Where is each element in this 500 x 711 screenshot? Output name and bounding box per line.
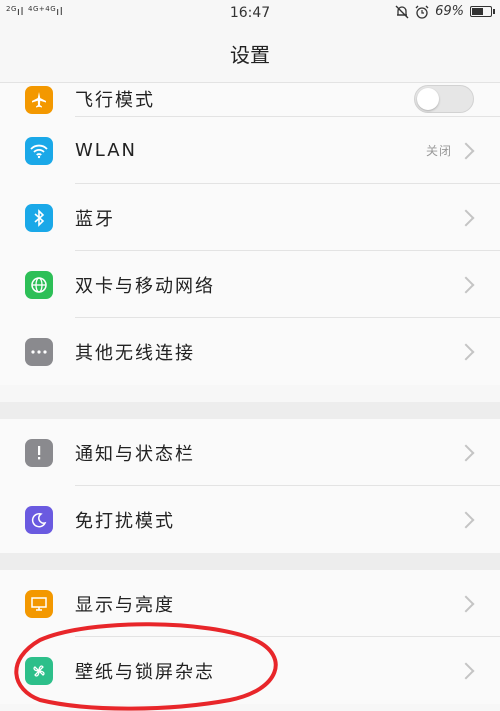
settings-item-label: 飞行模式 [75, 90, 155, 111]
chevron-right-icon [457, 209, 475, 226]
page-title: 设置 [0, 28, 500, 83]
moon-icon [25, 505, 53, 534]
chevron-right-icon [457, 595, 475, 612]
chevron-right-icon [457, 511, 475, 528]
display-icon [25, 589, 53, 618]
settings-item-do-not-disturb[interactable]: 免打扰模式 [0, 486, 500, 553]
settings-item-label: 其他无线连接 [75, 342, 195, 364]
settings-item-label: 蓝牙 [75, 208, 115, 230]
section-separator [0, 402, 500, 419]
settings-group-notifications: 通知与状态栏 免打扰模式 [0, 419, 500, 553]
settings-item-label: 免打扰模式 [75, 510, 175, 532]
airplane-icon [25, 86, 53, 114]
battery-percent: 69% [435, 4, 464, 19]
settings-group-connectivity: 飞行模式 WLAN 关闭 蓝牙 双卡与移动网络 其他无线连接 [0, 83, 500, 385]
alarm-icon [415, 5, 429, 19]
wifi-icon [25, 136, 53, 165]
settings-item-dual-sim[interactable]: 双卡与移动网络 [0, 251, 500, 318]
notification-icon [25, 438, 53, 467]
settings-item-wlan[interactable]: WLAN 关闭 [0, 117, 500, 184]
more-icon [25, 337, 53, 366]
settings-item-label: 壁纸与锁屏杂志 [75, 661, 215, 683]
settings-item-wallpaper-lockscreen[interactable]: 壁纸与锁屏杂志 [0, 637, 500, 704]
wlan-status-value: 关闭 [425, 144, 452, 158]
pinwheel-icon [25, 656, 53, 685]
settings-item-notifications[interactable]: 通知与状态栏 [0, 419, 500, 486]
settings-item-label: 双卡与移动网络 [75, 275, 215, 297]
settings-item-display-brightness[interactable]: 显示与亮度 [0, 570, 500, 637]
globe-icon [25, 270, 53, 299]
settings-item-label: 通知与状态栏 [75, 443, 195, 465]
chevron-right-icon [457, 343, 475, 360]
chevron-right-icon [457, 142, 475, 159]
battery-icon [470, 6, 495, 17]
settings-item-label: 显示与亮度 [75, 594, 175, 616]
settings-item-airplane-mode[interactable]: 飞行模式 [0, 83, 500, 117]
status-right: 69% [395, 4, 495, 19]
section-separator [0, 553, 500, 570]
bluetooth-icon [25, 203, 53, 232]
status-bar: 2Gıl 4G+4Gıl 16:47 69% [0, 0, 500, 28]
chevron-right-icon [457, 444, 475, 461]
settings-item-label: WLAN [75, 140, 138, 161]
settings-item-bluetooth[interactable]: 蓝牙 [0, 184, 500, 251]
airplane-mode-toggle[interactable] [414, 85, 474, 113]
settings-item-other-wireless[interactable]: 其他无线连接 [0, 318, 500, 385]
chevron-right-icon [457, 276, 475, 293]
mute-bell-icon [395, 5, 409, 18]
settings-group-display: 显示与亮度 壁纸与锁屏杂志 [0, 570, 500, 704]
chevron-right-icon [457, 662, 475, 679]
